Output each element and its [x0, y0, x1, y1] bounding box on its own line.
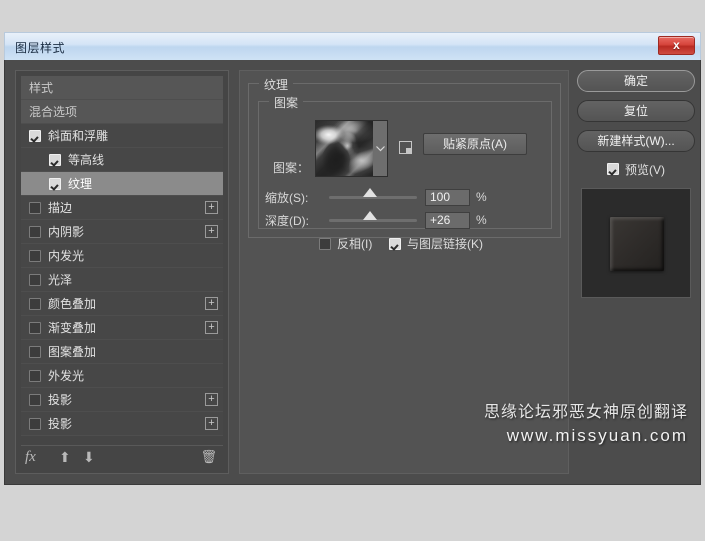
sidebar-item-13-checkbox[interactable] — [29, 394, 41, 406]
sidebar-item-13[interactable]: 投影 + — [21, 388, 223, 412]
depth-label: 深度(D): — [265, 212, 309, 229]
sidebar-item-9-checkbox[interactable] — [29, 298, 41, 310]
close-button[interactable]: x — [658, 36, 695, 55]
sidebar-item-1[interactable]: 混合选项 — [21, 100, 223, 124]
sidebar-item-8[interactable]: 光泽 — [21, 268, 223, 292]
depth-slider-thumb[interactable] — [363, 211, 377, 220]
scale-input[interactable]: 100 — [425, 189, 470, 206]
sidebar-item-10-label: 渐变叠加 — [48, 319, 96, 336]
sidebar-item-1-label: 混合选项 — [21, 103, 77, 120]
sidebar-item-12-checkbox[interactable] — [29, 370, 41, 382]
ok-button[interactable]: 确定 — [577, 70, 695, 92]
sidebar-item-5-label: 描边 — [48, 199, 72, 216]
sidebar-item-10-add-icon[interactable]: + — [205, 321, 218, 334]
sidebar-item-9-label: 颜色叠加 — [48, 295, 96, 312]
sidebar-item-9[interactable]: 颜色叠加 + — [21, 292, 223, 316]
sidebar-item-12-label: 外发光 — [48, 367, 84, 384]
snap-to-origin-button[interactable]: 贴紧原点(A) — [423, 133, 527, 155]
sidebar-item-3-checkbox[interactable] — [49, 154, 61, 166]
arrow-up-icon[interactable]: ⬆ — [59, 449, 71, 466]
scale-slider-thumb[interactable] — [363, 188, 377, 197]
sidebar-item-7-checkbox[interactable] — [29, 250, 41, 262]
sidebar-item-7[interactable]: 内发光 — [21, 244, 223, 268]
depth-unit: % — [476, 213, 487, 227]
preview-checkbox-box[interactable] — [607, 163, 619, 175]
link-with-layer-checkbox-box[interactable] — [389, 238, 401, 250]
pattern-field-label: 图案： — [273, 159, 309, 176]
texture-legend: 纹理 — [259, 76, 293, 93]
dialog-body: 样式混合选项斜面和浮雕等高线纹理描边+内阴影+内发光光泽颜色叠加+渐变叠加+图案… — [4, 60, 701, 485]
sidebar-item-5[interactable]: 描边 + — [21, 196, 223, 220]
sidebar-item-3-label: 等高线 — [68, 151, 104, 168]
pattern-swatch[interactable] — [316, 121, 373, 176]
sidebar-item-2-label: 斜面和浮雕 — [48, 127, 108, 144]
new-pattern-icon[interactable] — [399, 141, 412, 154]
preview-checkbox[interactable]: 预览(V) — [577, 160, 695, 178]
sidebar-item-3[interactable]: 等高线 — [21, 148, 223, 172]
scale-label: 缩放(S): — [265, 189, 308, 206]
arrow-down-icon[interactable]: ⬇ — [83, 449, 95, 466]
link-with-layer-label: 与图层链接(K) — [407, 235, 483, 252]
sidebar-item-10-checkbox[interactable] — [29, 322, 41, 334]
pattern-fieldset: 图案 图案： 贴紧原点(A) 缩放(S): 100 % — [258, 101, 552, 229]
pattern-legend: 图案 — [269, 94, 303, 111]
sidebar-item-5-checkbox[interactable] — [29, 202, 41, 214]
chevron-down-icon[interactable] — [373, 121, 387, 176]
preview-bevel-square — [610, 217, 664, 271]
texture-fieldset: 纹理 图案 图案： 贴紧原点(A) 缩放(S): 1 — [248, 83, 561, 238]
sidebar-item-11[interactable]: 图案叠加 — [21, 340, 223, 364]
texture-options-panel: 纹理 图案 图案： 贴紧原点(A) 缩放(S): 1 — [239, 70, 569, 474]
sidebar-item-7-label: 内发光 — [48, 247, 84, 264]
style-preview-thumbnail — [581, 188, 691, 298]
style-list[interactable]: 样式混合选项斜面和浮雕等高线纹理描边 + 内阴影 + 内发光光泽颜色叠加 + 渐变叠加 + 图案… — [21, 76, 223, 448]
sidebar-item-2-checkbox[interactable] — [29, 130, 41, 142]
sidebar-item-11-label: 图案叠加 — [48, 343, 96, 360]
sidebar-item-10[interactable]: 渐变叠加 + — [21, 316, 223, 340]
sidebar-item-6-add-icon[interactable]: + — [205, 225, 218, 238]
depth-input[interactable]: +26 — [425, 212, 470, 229]
window-titlebar: 图层样式 x — [4, 32, 701, 60]
fx-icon[interactable]: fx — [25, 449, 36, 466]
sidebar-item-9-add-icon[interactable]: + — [205, 297, 218, 310]
sidebar-item-4-checkbox[interactable] — [49, 178, 61, 190]
sidebar-toolbar: fx ⬆ ⬇ 🗑 — [21, 445, 223, 469]
sidebar-item-8-checkbox[interactable] — [29, 274, 41, 286]
sidebar-item-13-add-icon[interactable]: + — [205, 393, 218, 406]
sidebar-item-14-label: 投影 — [48, 415, 72, 432]
sidebar-item-14-checkbox[interactable] — [29, 418, 41, 430]
sidebar-item-4[interactable]: 纹理 — [21, 172, 223, 196]
sidebar-item-11-checkbox[interactable] — [29, 346, 41, 358]
sidebar-item-0-label: 样式 — [21, 79, 53, 96]
window-title: 图层样式 — [15, 39, 65, 56]
sidebar-item-12[interactable]: 外发光 — [21, 364, 223, 388]
sidebar-item-0[interactable]: 样式 — [21, 76, 223, 100]
sidebar-item-6[interactable]: 内阴影 + — [21, 220, 223, 244]
sidebar-item-13-label: 投影 — [48, 391, 72, 408]
trash-icon[interactable]: 🗑 — [200, 449, 217, 465]
invert-label: 反相(I) — [337, 235, 372, 252]
sidebar-item-5-add-icon[interactable]: + — [205, 201, 218, 214]
invert-checkbox-box[interactable] — [319, 238, 331, 250]
sidebar-item-4-label: 纹理 — [68, 175, 92, 192]
link-with-layer-checkbox[interactable]: 与图层链接(K) — [389, 235, 483, 252]
sidebar-item-14[interactable]: 投影 + — [21, 412, 223, 436]
reset-button[interactable]: 复位 — [577, 100, 695, 122]
pattern-picker[interactable] — [315, 120, 388, 177]
invert-checkbox[interactable]: 反相(I) — [319, 235, 372, 252]
sidebar-item-8-label: 光泽 — [48, 271, 72, 288]
new-style-button[interactable]: 新建样式(W)... — [577, 130, 695, 152]
scale-unit: % — [476, 190, 487, 204]
sidebar-item-14-add-icon[interactable]: + — [205, 417, 218, 430]
sidebar-item-6-checkbox[interactable] — [29, 226, 41, 238]
dialog-actions: 确定 复位 新建样式(W)... 预览(V) — [577, 70, 695, 474]
preview-label: 预览(V) — [625, 161, 665, 178]
style-sidebar: 样式混合选项斜面和浮雕等高线纹理描边 + 内阴影 + 内发光光泽颜色叠加 + 渐变叠加 + 图案… — [15, 70, 229, 474]
sidebar-item-6-label: 内阴影 — [48, 223, 84, 240]
layer-style-window: 图层样式 x 样式混合选项斜面和浮雕等高线纹理描边+内阴影+内发光光泽颜色叠加+… — [0, 0, 705, 541]
sidebar-item-2[interactable]: 斜面和浮雕 — [21, 124, 223, 148]
